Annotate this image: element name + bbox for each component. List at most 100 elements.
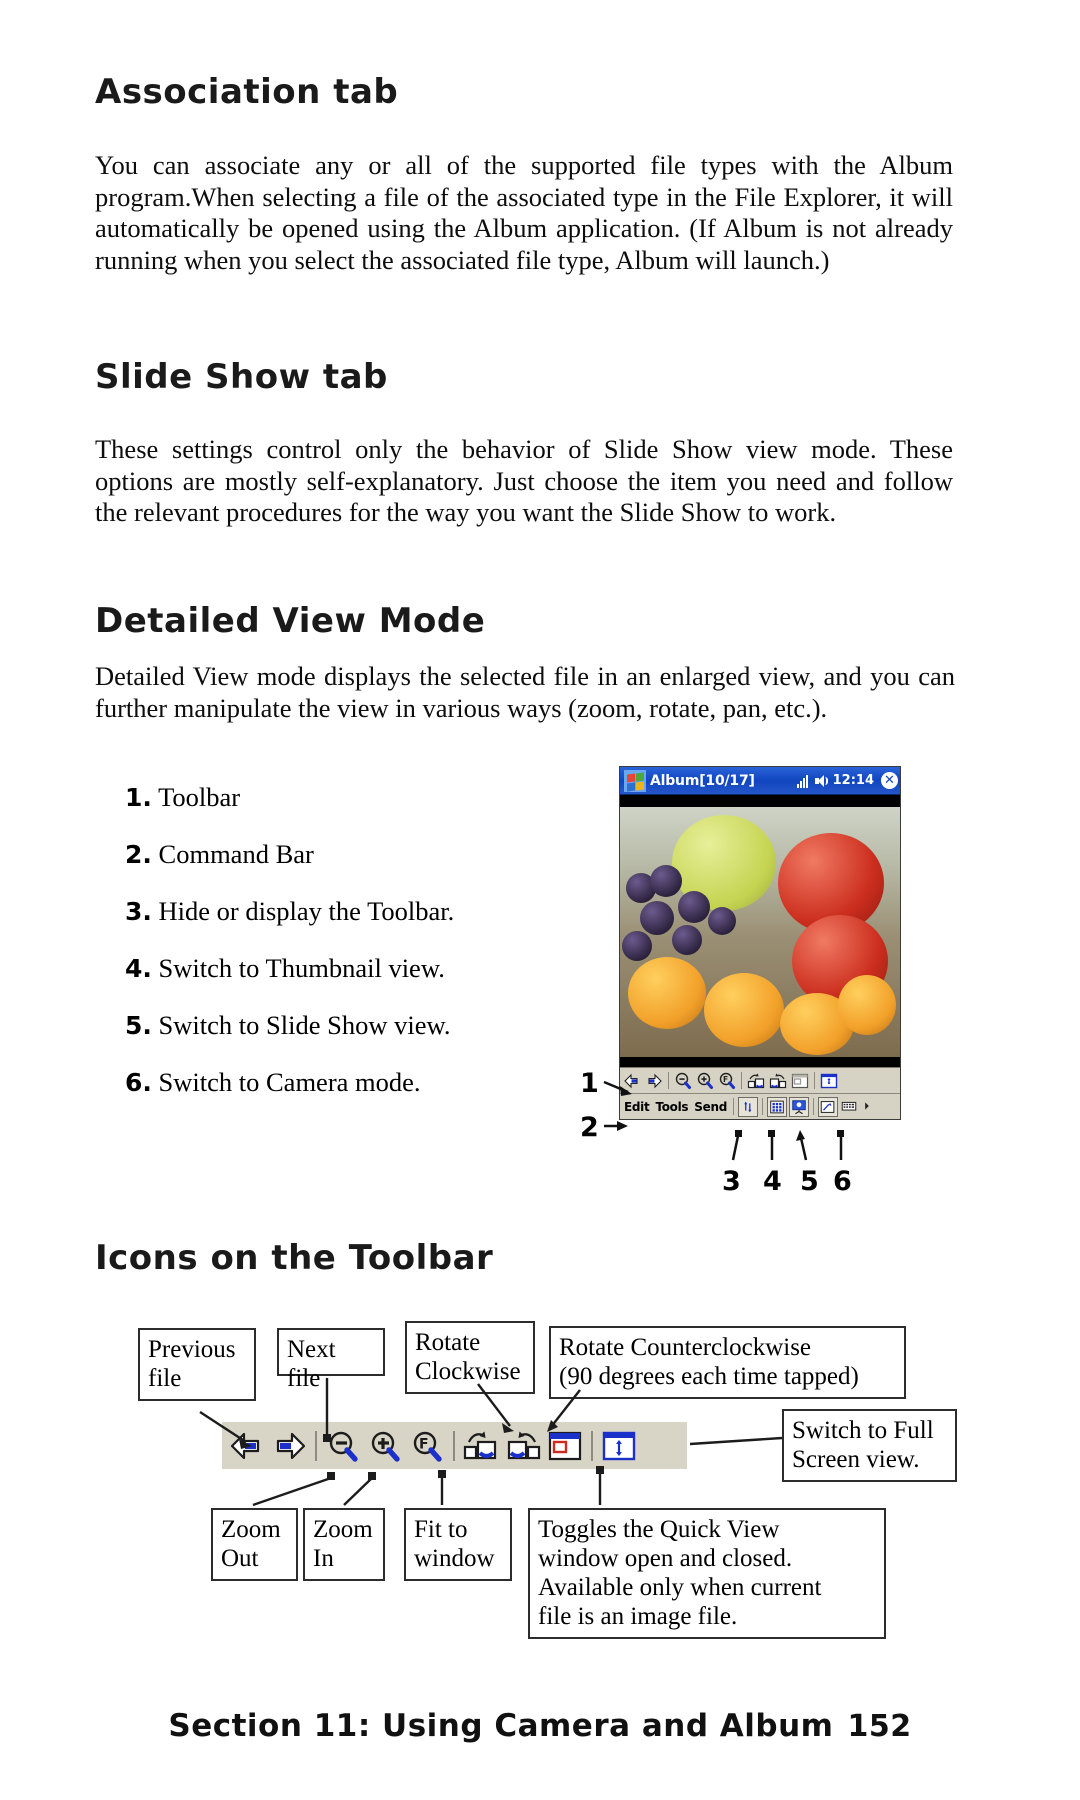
rotate-counterclockwise-icon[interactable] [504,1429,542,1463]
label-line-1: Switch to Full [792,1417,934,1444]
keyboard-icon[interactable] [840,1097,860,1117]
label-line-4: file is an image file. [538,1603,738,1630]
input-panel-arrow-icon[interactable] [862,1097,882,1117]
callout-5: 5 [800,1166,819,1197]
fit-to-window-icon[interactable]: F [408,1429,446,1463]
pda-system-tray: 12:14 [796,773,874,788]
list-item: 2. Command Bar [125,839,555,870]
label-line-2: In [313,1545,334,1572]
label-line: Next file [287,1336,336,1392]
quick-view-toggle-icon[interactable] [546,1429,584,1463]
close-icon[interactable]: ✕ [881,772,898,789]
pda-title-text: Album[10/17] [650,772,755,789]
rotate-counterclockwise-icon[interactable] [768,1071,788,1091]
paragraph-slide-show: These settings control only the behavior… [95,434,953,528]
menu-send[interactable]: Send [692,1100,729,1114]
fit-to-window-icon[interactable]: F [717,1071,737,1091]
toolbar-separator [741,1072,742,1089]
next-file-icon[interactable] [644,1071,664,1091]
label-switch-full-screen: Switch to Full Screen view. [782,1409,957,1482]
next-file-icon[interactable] [270,1429,308,1463]
list-item: 3. Hide or display the Toolbar. [125,896,555,927]
label-line-3: Available only when current [538,1574,822,1601]
list-label: Switch to Slide Show view. [158,1010,451,1040]
speaker-icon[interactable] [814,774,829,787]
rotate-clockwise-icon[interactable] [462,1429,500,1463]
full-screen-icon[interactable] [600,1429,638,1463]
label-zoom-in: Zoom In [303,1508,385,1581]
fruit-grape [640,901,674,935]
heading-slide-show-tab: Slide Show tab [95,357,388,397]
list-number: 5. [125,1011,152,1040]
page-number: 152 [847,1709,912,1744]
label-line-1: Fit to [414,1516,468,1543]
label-rotate-clockwise: Rotate Clockwise [405,1321,535,1394]
menu-tools[interactable]: Tools [653,1100,690,1114]
callout-2: 2 [580,1112,599,1143]
list-label: Switch to Thumbnail view. [158,953,445,983]
fruit-grape [708,907,736,935]
slide-show-view-icon[interactable] [789,1096,809,1117]
fruit-orange [704,973,784,1047]
footer-section-text: Section 11: Using Camera and Album [168,1708,834,1744]
label-fit-to-window: Fit to window [404,1508,512,1581]
menu-edit[interactable]: Edit [622,1100,651,1114]
label-quick-view: Toggles the Quick View window open and c… [528,1508,886,1639]
list-number: 2. [125,840,152,869]
heading-detailed-view-mode: Detailed View Mode [95,601,486,641]
zoom-in-icon[interactable] [366,1429,404,1463]
fruit-grape [672,925,702,955]
fruit-grape [650,865,682,897]
list-item: 1. Toolbar [125,782,555,813]
zoom-in-icon[interactable] [695,1071,715,1091]
list-label: Switch to Camera mode. [158,1067,421,1097]
windows-logo-icon [624,769,646,792]
full-screen-icon[interactable] [819,1071,839,1091]
pda-screenshot-figure: Album[10/17] 12:14 ✕ F Edit Tools Send [619,766,901,1120]
list-number: 1. [125,783,152,812]
toolbar-separator [668,1072,669,1089]
label-line-1: Rotate Counterclockwise [559,1334,812,1361]
camera-mode-icon[interactable] [818,1096,838,1117]
pda-photo-viewport[interactable] [620,807,900,1057]
svg-text:F: F [419,1436,429,1452]
label-line-2: (90 degrees each time tapped) [559,1363,859,1390]
zoom-out-icon[interactable] [673,1071,693,1091]
list-label: Toolbar [158,782,241,812]
fruit-grape [678,891,710,923]
paragraph-detailed-view: Detailed View mode displays the selected… [95,661,955,723]
label-line-2: window open and closed. [538,1545,793,1572]
pda-black-margin-top [620,795,900,807]
label-line: Previous file [148,1336,236,1392]
previous-file-icon[interactable] [228,1429,266,1463]
toolbar-separator [453,1430,455,1461]
toolbar-separator [591,1430,593,1461]
zoom-out-icon[interactable] [324,1429,362,1463]
pda-toolbar: F [620,1067,900,1093]
fruit-grape [622,931,652,961]
commandbar-separator [813,1098,814,1115]
toggle-toolbar-icon[interactable] [738,1096,758,1117]
detailed-view-numbered-list: 1. Toolbar 2. Command Bar 3. Hide or dis… [125,782,555,1124]
list-number: 3. [125,897,152,926]
rotate-clockwise-icon[interactable] [746,1071,766,1091]
label-line-1: Zoom [221,1516,281,1543]
thumbnail-view-icon[interactable] [767,1096,787,1117]
callout-6: 6 [833,1166,852,1197]
quick-view-toggle-icon[interactable] [790,1071,810,1091]
previous-file-icon[interactable] [622,1071,642,1091]
label-line-2: Out [221,1545,259,1572]
svg-text:F: F [723,1075,728,1084]
clock-label[interactable]: 12:14 [833,773,874,788]
signal-icon[interactable] [796,774,811,788]
list-item: 4. Switch to Thumbnail view. [125,953,555,984]
label-line-2: Screen view. [792,1446,920,1473]
heading-icons-on-toolbar: Icons on the Toolbar [95,1238,494,1278]
page-footer: Section 11: Using Camera and Album 152 [0,1708,1080,1744]
callout-3: 3 [722,1166,741,1197]
label-zoom-out: Zoom Out [211,1508,298,1581]
commandbar-separator [762,1098,763,1115]
list-label: Command Bar [158,839,314,869]
toolbar-separator [315,1430,317,1461]
callout-1: 1 [580,1068,599,1099]
